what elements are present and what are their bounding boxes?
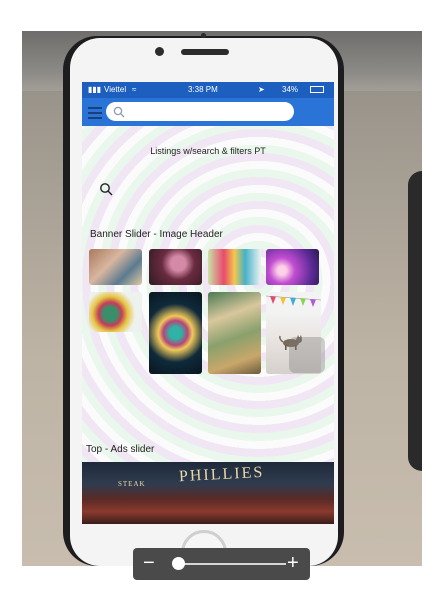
zoom-slider-track[interactable] [173, 563, 286, 565]
phone-screen: ▮▮▮ Viettel ≈ 3:38 PM ➤ 34% Listings w/s… [82, 82, 334, 524]
nav-bar [82, 98, 334, 126]
front-camera [155, 47, 164, 56]
sensor [201, 33, 206, 38]
ad-banner-image[interactable]: STEAK PHILLIES [82, 462, 334, 524]
floating-overlay[interactable] [289, 337, 325, 373]
bunting-image [266, 295, 321, 307]
gallery-image-2[interactable] [149, 249, 202, 285]
gallery-image-5[interactable] [89, 292, 142, 332]
earpiece-speaker [181, 49, 229, 55]
carrier-label: Viettel [104, 85, 127, 94]
zoom-slider-thumb[interactable] [172, 557, 186, 570]
zoom-control: − + [133, 548, 310, 580]
zoom-in-button[interactable]: + [287, 552, 299, 574]
search-icon [113, 106, 125, 118]
gallery-image-4[interactable] [266, 249, 319, 285]
gallery-image-6[interactable] [149, 292, 202, 374]
location-icon: ➤ [258, 85, 265, 94]
gallery-image-3[interactable] [208, 249, 261, 285]
ad-banner-subtext: STEAK [118, 480, 146, 488]
ads-slider-title: Top - Ads slider [86, 444, 155, 455]
status-bar: ▮▮▮ Viettel ≈ 3:38 PM ➤ 34% [82, 82, 334, 98]
dark-object [408, 171, 422, 471]
time-label: 3:38 PM [188, 85, 218, 94]
banner-slider-title: Banner Slider - Image Header [90, 229, 223, 240]
gallery-image-1[interactable] [89, 249, 142, 285]
wifi-icon: ≈ [132, 85, 137, 94]
search-icon[interactable] [99, 182, 113, 196]
listings-title: Listings w/search & filters PT [150, 146, 266, 156]
search-input[interactable] [106, 102, 294, 121]
zoom-out-button[interactable]: − [143, 553, 155, 573]
hamburger-icon[interactable] [88, 107, 102, 122]
ad-banner-text: PHILLIES [178, 463, 265, 486]
gallery-image-7[interactable] [208, 292, 261, 374]
battery-icon [310, 86, 324, 93]
signal-icon: ▮▮▮ [88, 85, 102, 94]
battery-label: 34% [282, 85, 299, 94]
